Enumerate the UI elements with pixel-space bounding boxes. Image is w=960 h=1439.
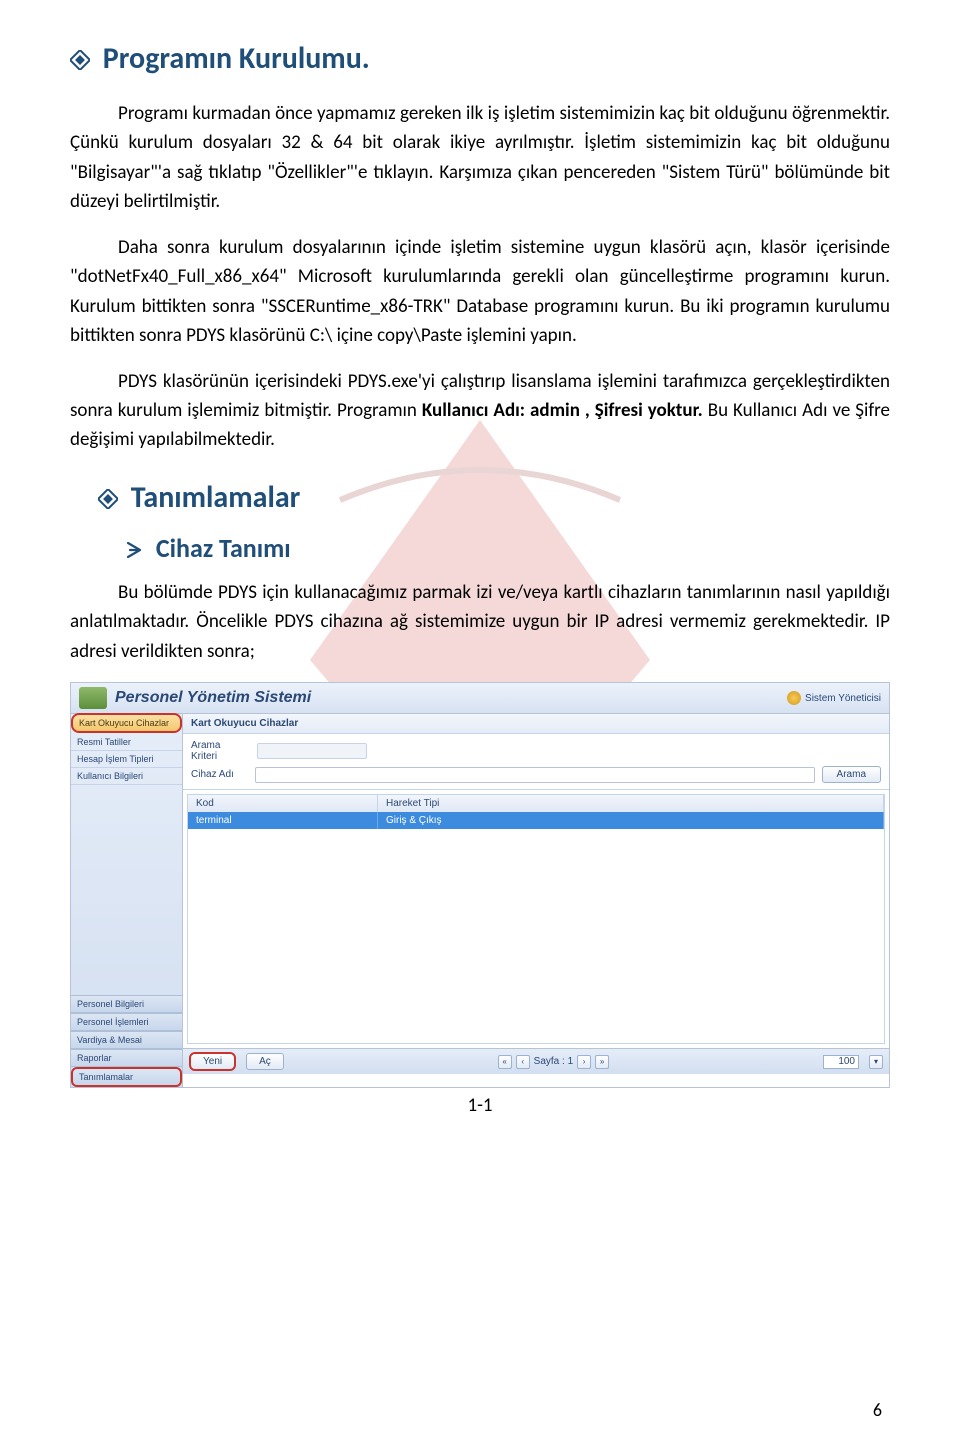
pager-prev-icon[interactable]: ‹ <box>516 1055 530 1069</box>
main-pane: Kart Okuyucu Cihazlar Arama Kriteri Ciha… <box>183 714 889 1087</box>
pagesize-input[interactable]: 100 <box>823 1055 859 1069</box>
figure-caption: 1-1 <box>70 1094 890 1117</box>
grid-header: Kod Hareket Tipi <box>188 795 884 812</box>
bottom-toolbar: Yeni Aç « ‹ Sayfa : 1 › » 100 ▾ <box>183 1048 889 1074</box>
heading-program-kurulumu: Programın Kurulumu. <box>70 40 890 77</box>
sidebar: Kart Okuyucu Cihazlar Resmi Tatiller Hes… <box>71 714 183 1087</box>
column-hareket-tipi[interactable]: Hareket Tipi <box>378 795 884 812</box>
heading-text: Cihaz Tanımı <box>156 532 291 564</box>
breadcrumb: Kart Okuyucu Cihazlar <box>183 714 889 734</box>
paragraph-3b: Kullanıcı Adı: admin , Şifresi yoktur. <box>422 399 708 422</box>
sidebar-item-hesap-islem[interactable]: Hesap İşlem Tipleri <box>71 751 182 768</box>
search-button[interactable]: Arama <box>822 766 881 783</box>
paragraph-1: Programı kurmadan önce yapmamız gereken … <box>70 99 890 217</box>
sidebar-group-personel-islemleri[interactable]: Personel İşlemleri <box>71 1013 182 1031</box>
pager: « ‹ Sayfa : 1 › » <box>498 1055 609 1069</box>
paragraph-3: PDYS klasörünün içerisindeki PDYS.exe'yi… <box>70 367 890 455</box>
label-cihaz-adi: Cihaz Adı <box>191 769 249 780</box>
page-number: 6 <box>873 1399 882 1421</box>
sysadmin-text: Sistem Yöneticisi <box>805 693 881 704</box>
paragraph-2: Daha sonra kurulum dosyalarının içinde i… <box>70 233 890 351</box>
paragraph-4: Bu bölümde PDYS için kullanacağımız parm… <box>70 578 890 666</box>
table-row[interactable]: terminal Giriş & Çıkış <box>188 812 884 829</box>
arrow-bullet-icon <box>126 534 144 552</box>
sidebar-group-vardiya-mesai[interactable]: Vardiya & Mesai <box>71 1031 182 1049</box>
sidebar-item-kullanici-bilgileri[interactable]: Kullanıcı Bilgileri <box>71 768 182 785</box>
grid-empty-area <box>188 829 884 1043</box>
user-icon <box>787 691 801 705</box>
data-grid: Kod Hareket Tipi terminal Giriş & Çıkış <box>187 794 885 1044</box>
search-bar: Arama Kriteri Cihaz Adı Arama <box>183 734 889 790</box>
sidebar-group-personel-bilgileri[interactable]: Personel Bilgileri <box>71 995 182 1013</box>
ac-button[interactable]: Aç <box>246 1053 284 1070</box>
pager-label: Sayfa : 1 <box>534 1056 573 1067</box>
column-kod[interactable]: Kod <box>188 795 378 812</box>
sidebar-group-raporlar[interactable]: Raporlar <box>71 1049 182 1067</box>
app-logo-icon <box>79 687 107 709</box>
cell-hareket: Giriş & Çıkış <box>378 812 884 829</box>
app-screenshot: Personel Yönetim Sistemi Sistem Yönetici… <box>70 682 890 1088</box>
pager-first-icon[interactable]: « <box>498 1055 512 1069</box>
heading-tanimlamalar: Tanımlamalar <box>98 479 890 516</box>
app-titlebar: Personel Yönetim Sistemi Sistem Yönetici… <box>71 683 889 714</box>
pager-last-icon[interactable]: » <box>595 1055 609 1069</box>
diamond-bullet-icon <box>70 42 90 62</box>
arama-kriteri-select[interactable] <box>257 743 367 759</box>
pager-next-icon[interactable]: › <box>577 1055 591 1069</box>
heading-text: Programın Kurulumu. <box>103 40 370 77</box>
pagesize-dropdown-icon[interactable]: ▾ <box>869 1055 883 1069</box>
heading-cihaz-tanimi: Cihaz Tanımı <box>126 532 890 564</box>
app-title: Personel Yönetim Sistemi <box>115 689 311 707</box>
sidebar-item-kart-okuyucu[interactable]: Kart Okuyucu Cihazlar <box>71 713 182 733</box>
diamond-bullet-icon <box>98 481 118 501</box>
label-arama-kriteri: Arama Kriteri <box>191 740 249 762</box>
cell-kod: terminal <box>188 812 378 829</box>
sidebar-group-tanimlamalar[interactable]: Tanımlamalar <box>71 1067 182 1087</box>
heading-text: Tanımlamalar <box>131 479 301 516</box>
system-admin-label[interactable]: Sistem Yöneticisi <box>787 691 881 705</box>
yeni-button[interactable]: Yeni <box>189 1052 236 1071</box>
sidebar-item-resmi-tatiller[interactable]: Resmi Tatiller <box>71 734 182 751</box>
cihaz-adi-input[interactable] <box>255 767 815 783</box>
